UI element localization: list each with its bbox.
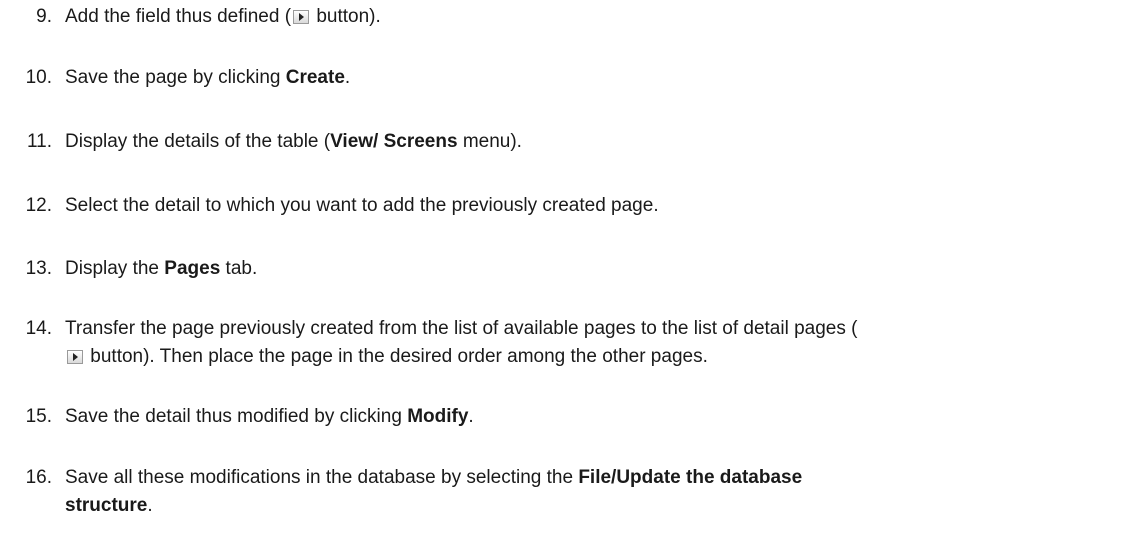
step-text: button). <box>311 6 381 27</box>
bold-term: Pages <box>164 258 221 279</box>
step-number: 10. <box>25 67 52 88</box>
step-text-line: Save the detail thus modified by clickin… <box>65 405 1125 429</box>
step-number: 11. <box>26 131 52 152</box>
step-text-line: Transfer the page previously created fro… <box>65 317 1125 341</box>
step-text: menu). <box>457 131 522 152</box>
step-text: Add the field thus defined ( <box>65 6 292 27</box>
bold-term: File/Update the database <box>578 467 803 488</box>
step-text-line: Save all these modifications in the data… <box>65 466 1125 490</box>
step-text: Save the page by clicking <box>65 67 286 88</box>
step-text: Save the detail thus modified by clickin… <box>65 406 408 427</box>
step-number: 15. <box>25 406 52 427</box>
step-number: 9. <box>36 6 52 27</box>
step-text-line: structure. <box>65 494 1125 518</box>
step-text-line: Display the details of the table (View/ … <box>65 130 1125 154</box>
step-number: 12. <box>25 195 52 216</box>
transfer-button-icon <box>67 350 83 364</box>
step-text-line: Add the field thus defined ( button). <box>65 5 1125 29</box>
step-text: Transfer the page previously created fro… <box>65 318 858 339</box>
step-text: button). Then place the page in the desi… <box>85 346 708 367</box>
transfer-button-icon <box>293 10 310 24</box>
step-text-line: Save the page by clicking Create. <box>65 66 1125 90</box>
step-text: Save all these modifications in the data… <box>65 467 579 488</box>
step-text: tab. <box>220 258 258 279</box>
step-text: . <box>147 495 153 516</box>
step-number: 13. <box>25 258 52 279</box>
step-text: Select the detail to which you want to a… <box>65 195 659 216</box>
step-text: Display the <box>65 258 165 279</box>
bold-term: View/ Screens <box>330 131 458 152</box>
step-text-line: Select the detail to which you want to a… <box>65 194 1125 218</box>
step-text: . <box>468 406 474 427</box>
step-number: 14. <box>25 318 52 339</box>
bold-term: Modify <box>407 406 469 427</box>
step-text-line: Display the Pages tab. <box>65 257 1125 281</box>
bold-term: Create <box>285 67 345 88</box>
step-text: . <box>344 67 351 88</box>
bold-term: structure <box>65 495 148 516</box>
step-number: 16. <box>25 467 52 488</box>
step-text-line: button). Then place the page in the desi… <box>65 345 1125 369</box>
step-text: Display the details of the table ( <box>65 131 331 152</box>
